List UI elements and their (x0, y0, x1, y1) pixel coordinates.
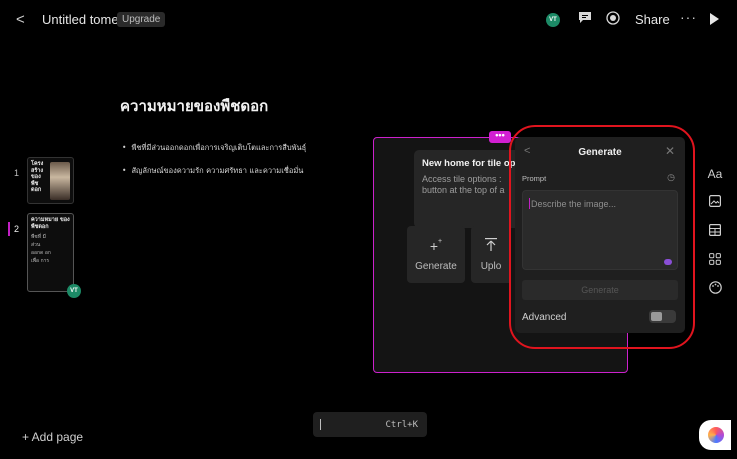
tooltip-body-line: button at the top of a (422, 185, 505, 195)
bullet-item[interactable]: พืชที่มีส่วนออกดอกเพื่อการเจริญเติบโตและ… (122, 142, 306, 154)
tile-options-button[interactable]: ••• (489, 131, 511, 143)
bullet-item[interactable]: สัญลักษณ์ของความรัก ความศรัทธา และความเช… (122, 165, 306, 177)
document-title[interactable]: Untitled tome (42, 12, 119, 27)
tile-generate-button[interactable]: ++ Generate (407, 226, 465, 283)
image-icon[interactable] (706, 195, 724, 210)
upgrade-badge[interactable]: Upgrade (117, 12, 166, 27)
page-number: 2 (14, 224, 20, 234)
thumbnail-title: ความหมาย ของพืชดอก (31, 217, 70, 230)
tile-generate-label: Generate (415, 261, 457, 272)
keyboard-shortcut: Ctrl+K (385, 420, 418, 430)
avatar[interactable]: VT (546, 13, 560, 27)
page-thumbnail-1[interactable]: โครง สร้าง ของ พืช ดอก (27, 157, 74, 204)
tooltip-title: New home for tile op (422, 158, 516, 169)
add-page-button[interactable]: + Add page (22, 430, 83, 444)
thumbnail-title: โครง สร้าง ของ พืช ดอก (31, 161, 44, 193)
top-bar: < Untitled tome Upgrade VT Share ··· (0, 0, 737, 40)
table-icon[interactable] (706, 224, 724, 239)
grid-icon[interactable] (706, 253, 724, 268)
upload-icon (471, 238, 511, 254)
page-title[interactable]: ความหมายของพืชดอก (120, 94, 268, 118)
text-style-tool[interactable]: Aa (706, 167, 724, 181)
share-button[interactable]: Share (635, 12, 670, 27)
brain-icon (708, 427, 724, 443)
page-number: 1 (14, 168, 20, 178)
tile-upload-label: Uplo (480, 261, 502, 272)
text-cursor (320, 419, 321, 430)
tile-options-tooltip: New home for tile op Access tile options… (414, 150, 524, 228)
comment-icon[interactable] (578, 11, 592, 29)
bullet-list[interactable]: พืชที่มีส่วนออกดอกเพื่อการเจริญเติบโตและ… (122, 142, 306, 188)
tooltip-body-line: Access tile options : (422, 174, 502, 184)
more-options-icon[interactable]: ··· (680, 9, 697, 25)
chevron-left-icon[interactable]: < (16, 11, 25, 28)
present-play-icon[interactable] (710, 13, 719, 25)
thumbnail-body: พืชที่ มีส่วน ออกด อก เพื่อ การ (31, 234, 51, 264)
command-bar[interactable]: Ctrl+K (313, 412, 427, 437)
selected-page-indicator (8, 222, 10, 236)
assistant-button[interactable] (699, 420, 731, 450)
annotation-highlight-ring (509, 125, 695, 349)
record-icon[interactable] (606, 11, 620, 30)
thumbnail-image (50, 162, 70, 200)
palette-icon[interactable] (706, 281, 724, 297)
sparkle-plus-icon: ++ (429, 238, 443, 254)
collaborator-avatar: VT (67, 284, 81, 298)
tile-upload-button[interactable]: Uplo (471, 226, 511, 283)
page-thumbnail-2[interactable]: ความหมาย ของพืชดอก พืชที่ มีส่วน ออกด อก… (27, 213, 74, 292)
